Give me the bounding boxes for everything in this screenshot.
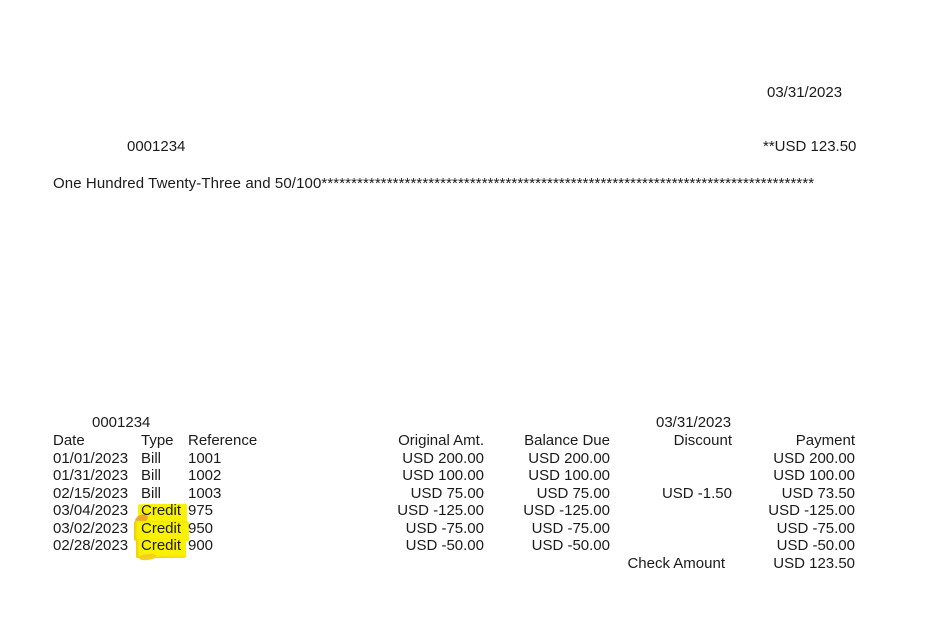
cell-payment: USD -125.00 [768, 502, 855, 519]
cell-type: Bill [141, 467, 162, 484]
cell-date: 01/31/2023 [53, 467, 129, 484]
cell-balance-due: USD -50.00 [531, 537, 610, 554]
check-amount-label: Check Amount [627, 554, 725, 572]
col-header-original-amt: Original Amt. [398, 432, 484, 449]
cell-original-amt: USD -125.00 [397, 502, 484, 519]
check-amount-numeric: **USD 123.50 [763, 138, 857, 155]
cell-discount [610, 467, 732, 485]
stub-table: Date Type Reference Original Amt. Balanc… [53, 432, 855, 572]
col-header-discount: Discount [673, 432, 732, 449]
cell-date: 02/28/2023 [53, 537, 129, 554]
cell-date: 02/15/2023 [53, 484, 129, 502]
cell-type-highlighted: Credit [141, 519, 182, 537]
cell-reference: 975 [188, 502, 214, 519]
col-header-payment: Payment [795, 432, 855, 449]
cell-type-highlighted: Credit [141, 537, 182, 554]
cell-original-amt: USD 200.00 [402, 449, 484, 467]
cell-balance-due: USD -125.00 [523, 502, 610, 519]
check-amount-words: One Hundred Twenty-Three and 50/100*****… [53, 175, 815, 192]
cell-discount: USD -1.50 [661, 484, 732, 502]
cell-reference: 950 [188, 519, 214, 537]
cell-type-highlighted: Credit [141, 502, 182, 519]
cell-reference: 1003 [188, 484, 222, 502]
check-amount-total: USD 123.50 [773, 554, 855, 572]
total-spacer [53, 555, 141, 573]
col-header-balance-due: Balance Due [524, 432, 610, 449]
cell-original-amt: USD 75.00 [410, 484, 484, 502]
cell-balance-due: USD 75.00 [536, 484, 610, 502]
cell-original-amt: USD 100.00 [402, 467, 484, 484]
cell-original-amt: USD -75.00 [405, 519, 484, 537]
stub-date: 03/31/2023 [656, 414, 732, 431]
cell-reference: 1002 [188, 467, 222, 484]
cell-balance-due: USD 100.00 [528, 467, 610, 484]
cell-discount [610, 537, 732, 555]
col-header-date: Date [53, 432, 85, 449]
cell-discount [610, 450, 732, 468]
cell-balance-due: USD -75.00 [531, 519, 610, 537]
cell-date: 01/01/2023 [53, 449, 129, 467]
cell-date: 03/02/2023 [53, 519, 129, 537]
check-document: 03/31/2023 0001234 **USD 123.50 One Hund… [0, 0, 930, 639]
cell-payment: USD 100.00 [773, 467, 855, 484]
cell-date: 03/04/2023 [53, 502, 129, 519]
col-header-type: Type [141, 432, 174, 449]
cell-payment: USD -75.00 [776, 519, 855, 537]
cell-discount [610, 520, 732, 538]
cell-balance-due: USD 200.00 [528, 449, 610, 467]
cell-original-amt: USD -50.00 [405, 537, 484, 554]
cell-reference: 900 [188, 537, 214, 554]
col-header-reference: Reference [188, 432, 258, 449]
stub-check-number: 0001234 [92, 414, 151, 431]
cell-payment: USD 73.50 [781, 484, 855, 502]
cell-payment: USD -50.00 [776, 537, 855, 554]
cell-payment: USD 200.00 [773, 449, 855, 467]
cell-reference: 1001 [188, 449, 222, 467]
cell-type: Bill [141, 449, 162, 467]
cell-discount [610, 502, 732, 520]
cell-type: Bill [141, 484, 162, 502]
check-number: 0001234 [127, 138, 186, 155]
check-date: 03/31/2023 [767, 84, 843, 101]
